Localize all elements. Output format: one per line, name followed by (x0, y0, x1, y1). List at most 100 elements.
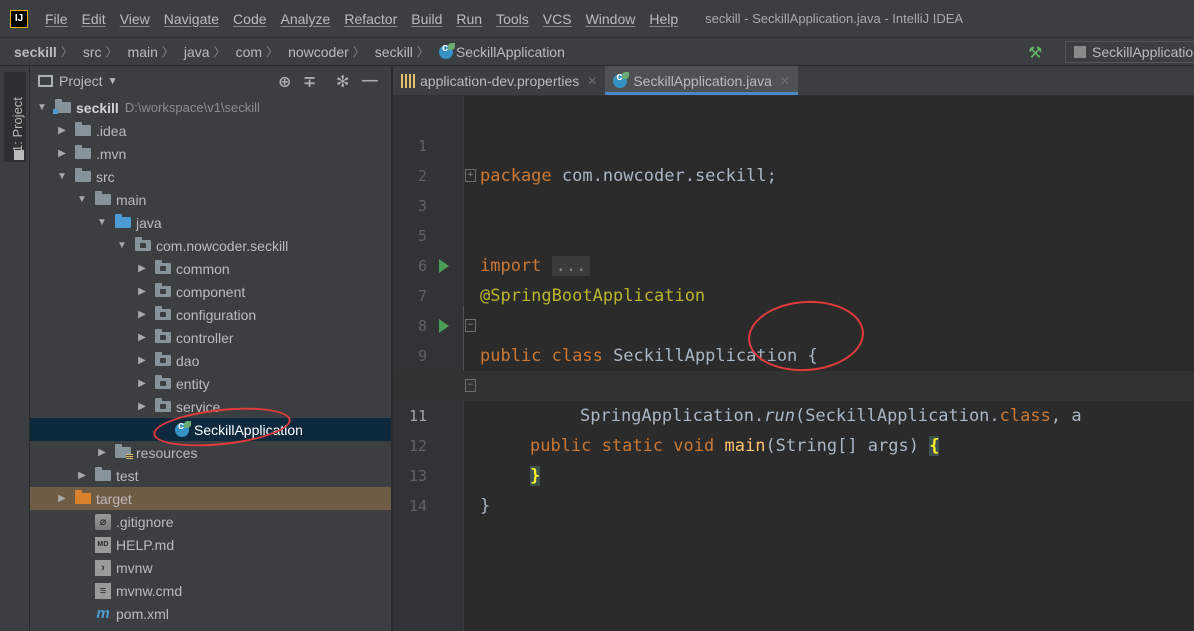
collapsed-arrow-icon[interactable]: ▶ (135, 401, 149, 412)
code-line[interactable]: 3 + import ... (393, 161, 1194, 276)
code-line-current[interactable]: 11 − } (393, 371, 1194, 486)
collapsed-arrow-icon[interactable]: ▶ (135, 332, 149, 343)
chevron-down-icon[interactable]: ▼ (108, 76, 118, 87)
breadcrumb-separator-icon: 〉 (266, 45, 279, 59)
tree-item-service[interactable]: ▶ service (30, 395, 391, 418)
tree-item-seckillapplication[interactable]: ▶SeckillApplication (30, 418, 391, 441)
code-line[interactable]: 13 } (393, 431, 1194, 516)
collapsed-arrow-icon[interactable]: ▶ (95, 447, 109, 458)
line-number: 14 (408, 497, 427, 515)
expanded-arrow-icon[interactable]: ▼ (35, 102, 49, 113)
collapsed-arrow-icon[interactable]: ▶ (135, 286, 149, 297)
breadcrumb-main[interactable]: main (120, 44, 160, 60)
breadcrumb-nowcoder[interactable]: nowcoder (280, 44, 351, 60)
code-line[interactable]: 7 public class SeckillApplication { (393, 251, 1194, 366)
tree-item-common[interactable]: ▶ common (30, 257, 391, 280)
code-line[interactable]: 6 @SpringBootApplication (393, 221, 1194, 306)
breadcrumb-separator-icon: 〉 (213, 45, 226, 59)
breadcrumb-com[interactable]: com (228, 44, 264, 60)
collapsed-arrow-icon[interactable]: ▶ (55, 148, 69, 159)
code-editor[interactable]: 1 package com.nowcoder.seckill; 2 3 + im… (393, 96, 1194, 631)
tree-item-seckill[interactable]: ▼ seckill D:\workspace\v1\seckill (30, 96, 391, 119)
menu-vcs[interactable]: VCS (536, 11, 579, 27)
locate-target-icon[interactable]: ⊕ (278, 72, 291, 92)
close-icon[interactable]: ✕ (780, 74, 790, 88)
tree-item-test[interactable]: ▶ test (30, 464, 391, 487)
tree-item-mvnw[interactable]: ▶›mvnw (30, 556, 391, 579)
expanded-arrow-icon[interactable]: ▼ (55, 171, 69, 182)
tree-item-label: mvnw (116, 559, 153, 576)
fold-end-icon[interactable]: − (465, 379, 476, 392)
menu-navigate[interactable]: Navigate (157, 11, 226, 27)
collapsed-arrow-icon[interactable]: ▶ (135, 263, 149, 274)
collapsed-arrow-icon[interactable]: ▶ (135, 309, 149, 320)
run-configuration-selector[interactable]: SeckillApplication (1065, 41, 1194, 63)
collapsed-arrow-icon[interactable]: ▶ (55, 125, 69, 136)
menu-build[interactable]: Build (404, 11, 449, 27)
menu-edit[interactable]: Edit (75, 11, 113, 27)
tree-item-help-md[interactable]: ▶MDHELP.md (30, 533, 391, 556)
tree-item-com-nowcoder-seckill[interactable]: ▼ com.nowcoder.seckill (30, 234, 391, 257)
folder-icon (75, 168, 91, 182)
code-line[interactable]: 1 package com.nowcoder.seckill; (393, 101, 1194, 186)
collapsed-arrow-icon[interactable]: ▶ (135, 355, 149, 366)
tree-item-java[interactable]: ▼ java (30, 211, 391, 234)
tree-item-mvnw-cmd[interactable]: ▶≡mvnw.cmd (30, 579, 391, 602)
breadcrumb-separator-icon: 〉 (161, 45, 174, 59)
tree-item-mvn[interactable]: ▶ .mvn (30, 142, 391, 165)
menu-view[interactable]: View (113, 11, 157, 27)
tree-item-label: pom.xml (116, 605, 169, 622)
code-line[interactable]: 9 − public static void main(String[] arg… (393, 311, 1194, 456)
run-gutter-icon[interactable] (439, 259, 449, 273)
hide-panel-icon[interactable]: — (362, 72, 378, 90)
tree-item-configuration[interactable]: ▶ configuration (30, 303, 391, 326)
code-line[interactable]: 12 (393, 401, 1194, 455)
tree-item-pom-xml[interactable]: ▶mpom.xml (30, 602, 391, 625)
expanded-arrow-icon[interactable]: ▼ (75, 194, 89, 205)
breadcrumb-seckill-application[interactable]: SeckillApplication (431, 42, 567, 60)
menu-help[interactable]: Help (642, 11, 685, 27)
breadcrumb-java[interactable]: java (176, 44, 212, 60)
menu-file[interactable]: File (38, 11, 75, 27)
menu-code[interactable]: Code (226, 11, 273, 27)
tree-item-src[interactable]: ▼ src (30, 165, 391, 188)
tree-item-idea[interactable]: ▶ .idea (30, 119, 391, 142)
tab-application-dev-properties[interactable]: application-dev.properties ✕ (393, 66, 605, 95)
tree-item-controller[interactable]: ▶ controller (30, 326, 391, 349)
run-gutter-icon[interactable] (439, 319, 449, 333)
tree-item-dao[interactable]: ▶ dao (30, 349, 391, 372)
project-view-selector[interactable]: Project (59, 73, 103, 89)
collapsed-arrow-icon[interactable]: ▶ (55, 493, 69, 504)
code-line[interactable]: 5 (393, 191, 1194, 245)
code-line[interactable]: 8 (393, 281, 1194, 335)
collapsed-arrow-icon[interactable]: ▶ (135, 378, 149, 389)
menu-refactor[interactable]: Refactor (337, 11, 404, 27)
breadcrumb-seckill-package[interactable]: seckill (367, 44, 415, 60)
breadcrumb-seckill[interactable]: seckill (0, 44, 59, 60)
close-icon[interactable]: ✕ (587, 74, 597, 88)
code-line[interactable]: 2 (393, 131, 1194, 185)
tree-item-resources[interactable]: ▶ resources (30, 441, 391, 464)
fold-collapse-icon[interactable]: − (465, 319, 476, 332)
breadcrumb-src[interactable]: src (75, 44, 104, 60)
tree-item-component[interactable]: ▶ component (30, 280, 391, 303)
fold-expand-icon[interactable]: + (465, 169, 476, 182)
project-tool-window-button[interactable]: 1: Project (4, 72, 26, 162)
collapse-all-icon[interactable]: ∓ (303, 72, 316, 92)
expanded-arrow-icon[interactable]: ▼ (95, 217, 109, 228)
tree-item-entity[interactable]: ▶ entity (30, 372, 391, 395)
collapsed-arrow-icon[interactable]: ▶ (75, 470, 89, 481)
menu-analyze[interactable]: Analyze (274, 11, 338, 27)
gear-icon[interactable]: ✻ (336, 72, 349, 92)
tree-item-main[interactable]: ▼ main (30, 188, 391, 211)
menu-run[interactable]: Run (449, 11, 489, 27)
menu-window[interactable]: Window (579, 11, 643, 27)
expanded-arrow-icon[interactable]: ▼ (115, 240, 129, 251)
tree-item-gitignore[interactable]: ▶⌀.gitignore (30, 510, 391, 533)
build-hammer-icon[interactable]: ⚒ (1028, 43, 1042, 63)
tab-seckill-application-java[interactable]: SeckillApplication.java ✕ (605, 66, 798, 95)
code-line[interactable]: 10 SpringApplication.run(SeckillApplicat… (393, 341, 1194, 426)
code-line[interactable]: 14 (393, 461, 1194, 515)
menu-tools[interactable]: Tools (489, 11, 536, 27)
tree-item-target[interactable]: ▶ target (30, 487, 391, 510)
